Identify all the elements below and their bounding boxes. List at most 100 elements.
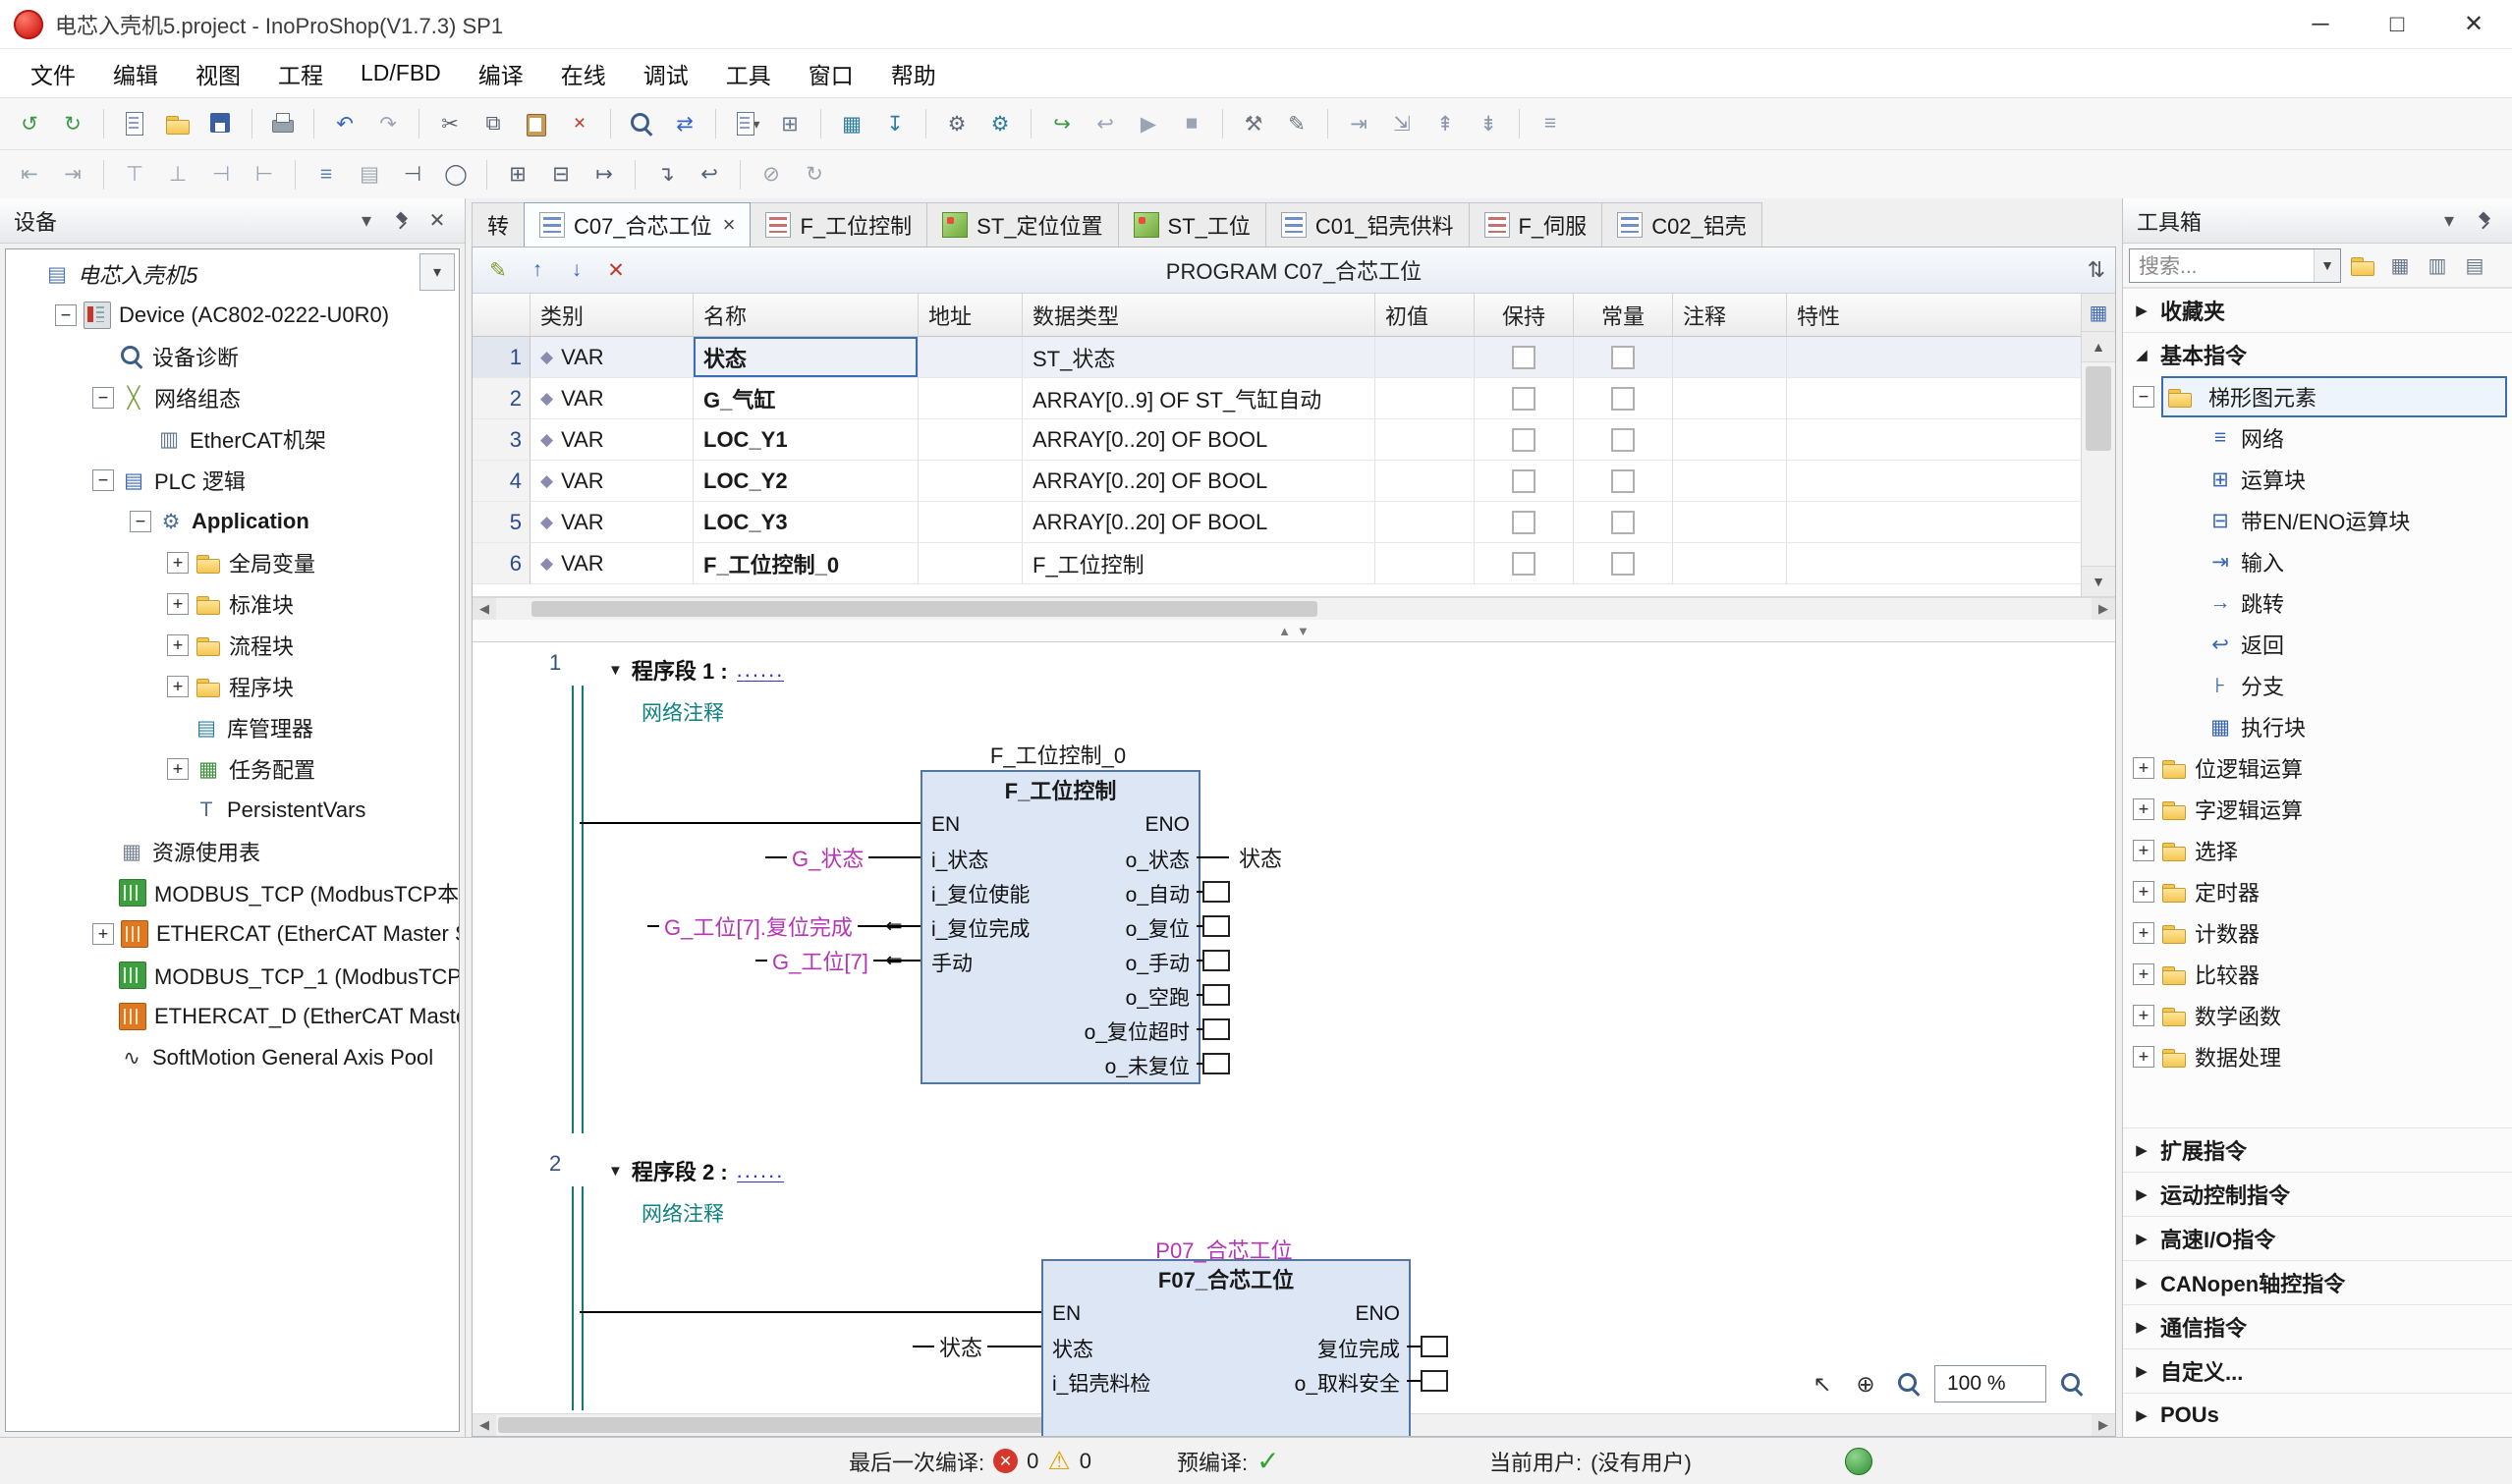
output-connection-box[interactable] <box>1202 1053 1230 1074</box>
tree-expander-icon[interactable]: + <box>2133 1046 2154 1068</box>
var-comment-cell[interactable] <box>1673 543 1787 584</box>
menu-6[interactable]: 在线 <box>542 49 625 97</box>
tree-item--[interactable]: +全局变量 <box>6 542 459 583</box>
fit-page-icon[interactable] <box>2054 1366 2090 1402</box>
tab-1[interactable]: C07_合芯工位× <box>524 202 751 247</box>
scroll-left-icon[interactable]: ◀ <box>473 598 496 620</box>
nav-back-icon[interactable]: ↺ <box>8 103 51 144</box>
constant-checkbox[interactable] <box>1611 469 1635 493</box>
output-connection-box[interactable] <box>1202 950 1230 971</box>
var-type-cell[interactable]: ARRAY[0..20] OF BOOL <box>1023 502 1375 543</box>
insert-contact-icon[interactable]: ⊣ <box>391 154 434 195</box>
menu-1[interactable]: 编辑 <box>94 49 177 97</box>
scroll-down-icon[interactable]: ▼ <box>2082 566 2115 596</box>
undo-icon[interactable]: ↶ <box>323 103 366 144</box>
move-down-icon[interactable]: ↓ <box>559 252 594 288</box>
var-init-cell[interactable] <box>1375 461 1475 502</box>
tree-item--[interactable]: −╳网络组态 <box>6 377 459 418</box>
retain-checkbox[interactable] <box>1512 346 1535 369</box>
tree-item-application[interactable]: −⚙Application <box>6 501 459 542</box>
var-init-cell[interactable] <box>1375 543 1475 584</box>
new-file-icon[interactable] <box>113 103 156 144</box>
tree-expander-icon[interactable]: + <box>2133 963 2154 985</box>
capture-icon[interactable]: ▦ <box>830 103 873 144</box>
var-address-cell[interactable] <box>919 337 1023 378</box>
var-init-cell[interactable] <box>1375 337 1475 378</box>
panel-close-icon[interactable]: ✕ <box>419 203 455 239</box>
open-project-icon[interactable] <box>156 103 199 144</box>
tab-4[interactable]: ST_工位 <box>1118 202 1266 247</box>
insert-box-icon[interactable]: ⊞ <box>496 154 539 195</box>
output-connection-box[interactable] <box>1202 915 1230 937</box>
var-scope-cell[interactable]: ◆VAR <box>530 419 694 461</box>
insert-comment-icon[interactable]: ▤ <box>348 154 391 195</box>
step-over-icon[interactable]: ⇥ <box>1337 103 1380 144</box>
tree-expander-icon[interactable]: + <box>92 923 114 945</box>
new-object-icon[interactable]: ▾ <box>725 103 768 144</box>
delete-icon[interactable]: × <box>558 103 601 144</box>
logout-icon[interactable]: ↩ <box>1084 103 1127 144</box>
insert-box-below-icon[interactable]: ⊥ <box>156 154 199 195</box>
pin-icon[interactable] <box>384 203 419 239</box>
copy-icon[interactable]: ⧉ <box>472 103 515 144</box>
scroll-thumb[interactable] <box>531 601 1317 617</box>
stop-icon[interactable]: ■ <box>1170 103 1213 144</box>
tree-item--[interactable]: +程序块 <box>6 666 459 707</box>
var-name-cell[interactable]: 状态 <box>694 337 919 378</box>
retain-checkbox[interactable] <box>1512 428 1535 452</box>
tree-expander-icon[interactable]: + <box>2133 881 2154 903</box>
variable-row-1[interactable]: 1◆VAR状态ST_状态 <box>473 337 2082 378</box>
export-icon[interactable]: ↧ <box>873 103 917 144</box>
tree-expander-icon[interactable]: + <box>167 758 189 780</box>
panel-menu-icon[interactable]: ▾ <box>349 203 384 239</box>
menu-2[interactable]: 视图 <box>177 49 259 97</box>
scroll-left-icon[interactable]: ◀ <box>473 1414 496 1436</box>
operand-label[interactable]: 状态 <box>934 1331 987 1362</box>
compile-icon[interactable]: ⚙ <box>935 103 978 144</box>
toolbox-item-12[interactable]: +定时器 <box>2123 871 2512 912</box>
table-view-icon[interactable]: ▦ <box>2082 294 2115 332</box>
var-attribute-cell[interactable] <box>1787 378 2082 419</box>
collapse-icon[interactable]: ▼ <box>608 1163 623 1180</box>
menu-7[interactable]: 调试 <box>625 49 707 97</box>
toolbox-view-large-button[interactable]: ▦ <box>2384 249 2416 281</box>
insert-return-icon[interactable]: ↩ <box>688 154 731 195</box>
declaration-sort-icon[interactable]: ⇅ <box>2088 257 2105 283</box>
tree-item--[interactable]: +▦任务配置 <box>6 748 459 790</box>
close-button[interactable]: ✕ <box>2435 0 2512 48</box>
toolbox-view-list-button[interactable]: ▤ <box>2459 249 2490 281</box>
toolbox-section-bottom-1[interactable]: ▶运动控制指令 <box>2123 1172 2512 1216</box>
var-address-cell[interactable] <box>919 502 1023 543</box>
zoom-tool-icon[interactable] <box>1891 1366 1926 1402</box>
step-out-icon[interactable]: ⇞ <box>1423 103 1467 144</box>
insert-jump-icon[interactable]: ↴ <box>644 154 688 195</box>
toolbox-item-16[interactable]: +数据处理 <box>2123 1036 2512 1077</box>
pin-icon[interactable] <box>2467 203 2502 239</box>
var-scope-cell[interactable]: ◆VAR <box>530 543 694 584</box>
save-icon[interactable] <box>199 103 243 144</box>
insert-box-en-icon[interactable]: ⊟ <box>539 154 583 195</box>
network-title-link[interactable]: ...... <box>737 659 785 682</box>
insert-coil-icon[interactable]: ◯ <box>434 154 477 195</box>
constant-checkbox[interactable] <box>1611 346 1635 369</box>
collapse-icon[interactable]: ▼ <box>608 662 623 679</box>
tree-item--[interactable]: 设备诊断 <box>6 336 459 377</box>
function-block[interactable]: F07_合芯工位ENENO状态复位完成i_铝壳料检o_取料安全 <box>1041 1259 1411 1436</box>
insert-box-above-icon[interactable]: ⊤ <box>113 154 156 195</box>
move-up-icon[interactable]: ↑ <box>520 252 555 288</box>
tree-expander-icon[interactable]: + <box>2133 798 2154 820</box>
toggle-negation-icon[interactable]: ⊘ <box>750 154 793 195</box>
function-block[interactable]: F_工位控制ENENOi_状态o_状态i_复位使能o_自动i_复位完成o_复位手… <box>921 770 1200 1084</box>
tree-expander-icon[interactable]: + <box>2133 840 2154 861</box>
scroll-right-icon[interactable]: ▶ <box>2092 1414 2115 1436</box>
toolbox-item-7[interactable]: ⊦分支 <box>2123 665 2512 706</box>
var-scope-cell[interactable]: ◆VAR <box>530 502 694 543</box>
run-to-cursor-icon[interactable]: ⇟ <box>1467 103 1510 144</box>
step-into-icon[interactable]: ⇲ <box>1380 103 1423 144</box>
variable-row-3[interactable]: 3◆VARLOC_Y1ARRAY[0..20] OF BOOL <box>473 419 2082 461</box>
zoom-level-select[interactable]: 100 % <box>1934 1365 2046 1402</box>
generate-code-icon[interactable]: ⚙ <box>978 103 1022 144</box>
edit-object-icon[interactable]: ✎ <box>1275 103 1318 144</box>
tab-7[interactable]: C02_铝壳 <box>1601 202 1762 247</box>
tree-item-plc-[interactable]: −▤PLC 逻辑 <box>6 460 459 501</box>
